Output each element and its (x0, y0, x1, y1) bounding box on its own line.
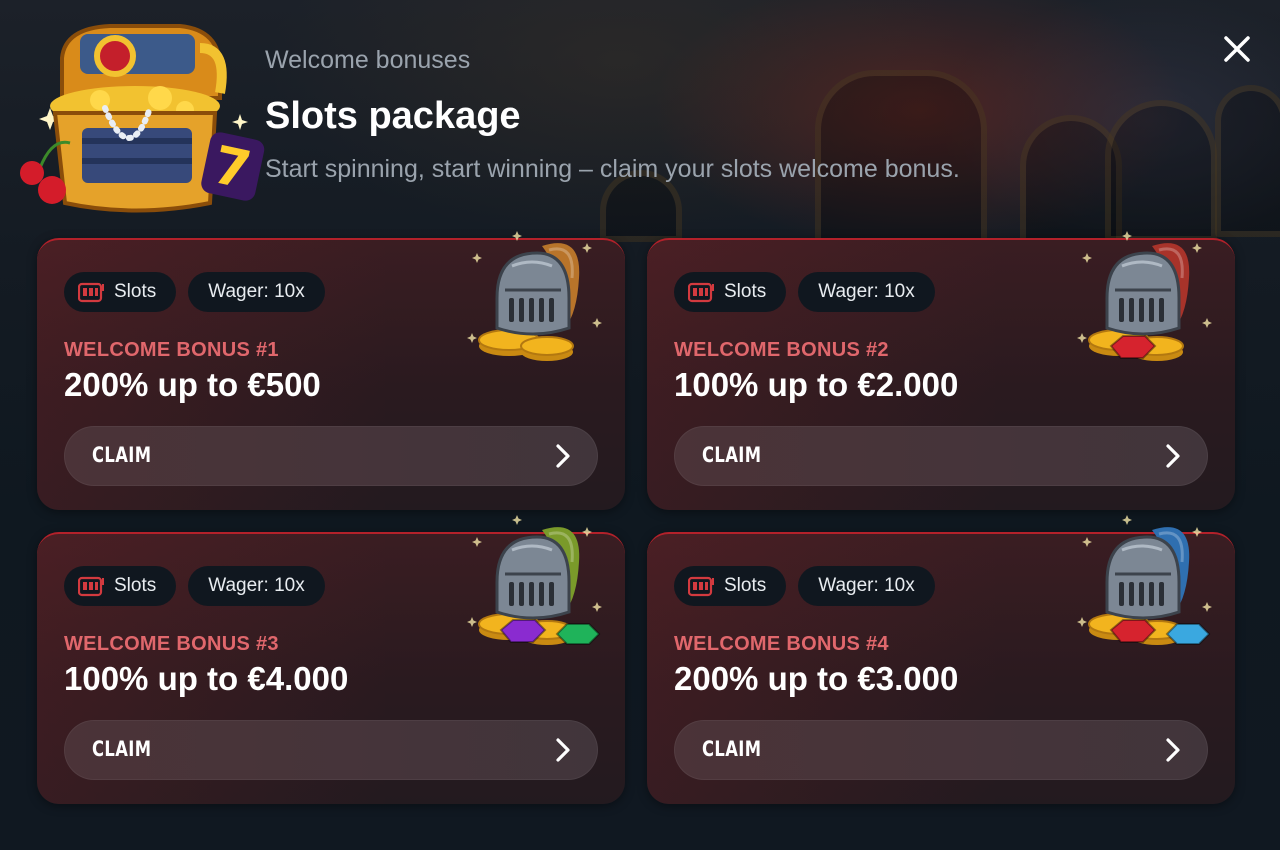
wager-tag: Wager: 10x (798, 566, 935, 606)
treasure-chest-icon: 7 (20, 24, 265, 213)
wager-tag: Wager: 10x (188, 566, 325, 606)
chevron-right-icon (1166, 444, 1180, 468)
knight-helmet-icon (467, 231, 602, 361)
tag-type-label: Slots (114, 281, 157, 302)
knight-helmet-icon (1077, 231, 1212, 361)
claim-button[interactable]: CLAIM (674, 720, 1208, 780)
wager-tag: Wager: 10x (798, 272, 935, 312)
bonus-card-3: Slots Wager: 10x WELCOME BONUS #3 100% u… (37, 515, 625, 804)
bonus-amount: 100% up to €2.000 (674, 366, 959, 403)
claim-label: CLAIM (702, 443, 762, 467)
bonus-label: WELCOME BONUS #2 (674, 339, 889, 361)
chevron-right-icon (556, 738, 570, 762)
bonus-label: WELCOME BONUS #4 (674, 633, 889, 655)
slots-tag: Slots (64, 272, 177, 312)
slot-machine-icon (78, 282, 104, 303)
wager-tag: Wager: 10x (188, 272, 325, 312)
tag-type-label: Slots (724, 281, 767, 302)
claim-button[interactable]: CLAIM (674, 426, 1208, 486)
slots-tag: Slots (674, 566, 787, 606)
claim-button[interactable]: CLAIM (64, 720, 598, 780)
bonus-amount: 200% up to €3.000 (674, 660, 959, 697)
slot-machine-icon (688, 282, 714, 303)
close-icon[interactable] (1218, 30, 1256, 68)
modal-eyebrow: Welcome bonuses (265, 46, 471, 74)
bonus-card-2: Slots Wager: 10x WELCOME BONUS #2 100% u… (647, 231, 1235, 510)
claim-label: CLAIM (92, 737, 152, 761)
bonus-card-4: Slots Wager: 10x WELCOME BONUS #4 200% u… (647, 515, 1235, 804)
bonus-amount: 200% up to €500 (64, 366, 321, 403)
chevron-right-icon (1166, 738, 1180, 762)
claim-label: CLAIM (92, 443, 152, 467)
slot-machine-icon (688, 576, 714, 597)
bonus-card-1: Slots Wager: 10x WELCOME BONUS #1 200% u… (37, 231, 625, 510)
modal-title: Slots package (265, 95, 521, 137)
slots-tag: Slots (674, 272, 787, 312)
modal-header: 7 Welcome bonuses Slots package Start sp… (0, 0, 1280, 230)
bonus-label: WELCOME BONUS #3 (64, 633, 279, 655)
slot-machine-icon (78, 576, 104, 597)
tag-type-label: Slots (724, 575, 767, 596)
tag-type-label: Slots (114, 575, 157, 596)
bonus-label: WELCOME BONUS #1 (64, 339, 279, 361)
modal-subtitle: Start spinning, start winning – claim yo… (265, 155, 960, 183)
slots-tag: Slots (64, 566, 177, 606)
claim-label: CLAIM (702, 737, 762, 761)
claim-button[interactable]: CLAIM (64, 426, 598, 486)
bonus-amount: 100% up to €4.000 (64, 660, 349, 697)
knight-helmet-icon (1077, 515, 1212, 645)
chevron-right-icon (556, 444, 570, 468)
knight-helmet-icon (467, 515, 602, 645)
